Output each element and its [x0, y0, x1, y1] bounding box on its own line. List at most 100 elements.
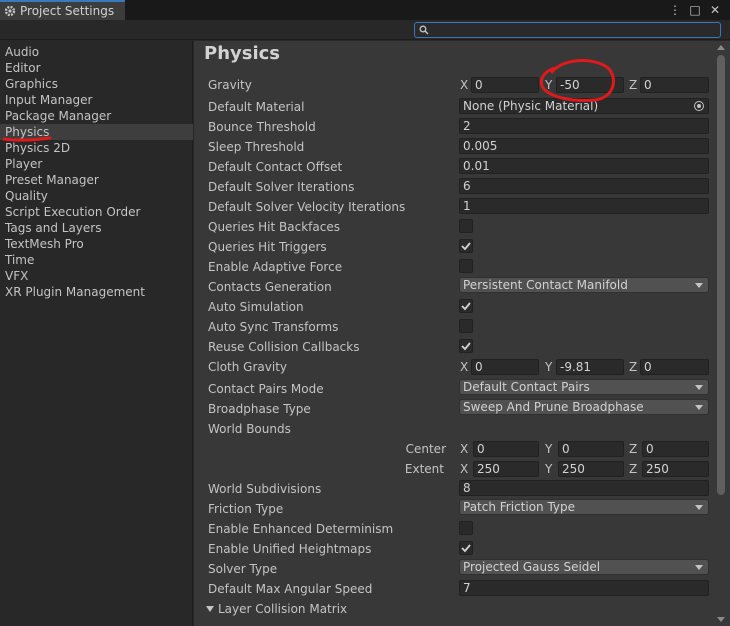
close-icon[interactable]: ✕ — [708, 2, 722, 18]
center-y-label: Y — [545, 442, 553, 456]
dropdown-arrow-icon — [695, 565, 703, 570]
contact-pairs-mode-dropdown[interactable]: Default Contact Pairs — [459, 379, 709, 395]
extent-x-field[interactable]: 250 — [473, 461, 539, 477]
reuse-collision-callbacks-label: Reuse Collision Callbacks — [208, 340, 360, 354]
sidebar-item-package-manager[interactable]: Package Manager — [0, 108, 193, 124]
dropdown-arrow-icon — [695, 505, 703, 510]
title-bar: Project Settings ⋮ □ ✕ — [0, 0, 730, 20]
default-material-field[interactable]: None (Physic Material) — [459, 98, 709, 114]
broadphase-type-value: Sweep And Prune Broadphase — [463, 400, 644, 414]
friction-type-value: Patch Friction Type — [463, 500, 576, 514]
gravity-x-label: X — [460, 78, 469, 92]
window-tab[interactable]: Project Settings — [0, 0, 125, 20]
search-icon — [419, 25, 429, 35]
window-title: Project Settings — [20, 4, 115, 18]
search-input[interactable] — [414, 22, 721, 38]
default-solver-velocity-iterations-field[interactable]: 1 — [459, 198, 709, 214]
auto-sync-transforms-label: Auto Sync Transforms — [208, 320, 339, 334]
scroll-up-arrow[interactable] — [717, 45, 725, 50]
auto-sync-transforms-checkbox[interactable] — [459, 319, 473, 333]
checkmark-icon — [461, 544, 471, 553]
scroll-thumb[interactable] — [717, 55, 725, 495]
default-solver-velocity-iterations-label: Default Solver Velocity Iterations — [208, 200, 406, 214]
gravity-y-field[interactable]: -50 — [556, 77, 624, 93]
kebab-menu-icon[interactable]: ⋮ — [668, 2, 682, 18]
checkmark-icon — [461, 342, 471, 351]
maximize-icon[interactable]: □ — [688, 2, 702, 18]
sidebar-item-player[interactable]: Player — [0, 156, 193, 172]
center-x-field[interactable]: 0 — [473, 441, 539, 457]
default-contact-offset-field[interactable]: 0.01 — [459, 158, 709, 174]
gear-icon — [4, 5, 16, 17]
reuse-collision-callbacks-checkbox[interactable] — [459, 339, 473, 353]
physics-settings-panel: Physics ? Gravity X 0 Y -50 Z 0 Default … — [194, 41, 730, 626]
default-max-angular-speed-field[interactable]: 7 — [459, 580, 709, 596]
cloth-gravity-y-field[interactable]: -9.81 — [556, 359, 624, 375]
layer-collision-matrix-label: Layer Collision Matrix — [218, 602, 348, 616]
bounce-threshold-label: Bounce Threshold — [208, 120, 316, 134]
settings-sidebar: Audio Editor Graphics Input Manager Pack… — [0, 41, 193, 626]
sidebar-item-audio[interactable]: Audio — [0, 44, 193, 60]
default-contact-offset-label: Default Contact Offset — [208, 160, 343, 174]
center-z-label: Z — [629, 442, 638, 456]
sleep-threshold-field[interactable]: 0.005 — [459, 138, 709, 154]
cloth-gravity-x-label: X — [460, 360, 469, 374]
cloth-gravity-z-field[interactable]: 0 — [640, 359, 709, 375]
extent-y-label: Y — [545, 462, 553, 476]
object-picker-icon[interactable] — [694, 101, 704, 111]
sidebar-item-input-manager[interactable]: Input Manager — [0, 92, 193, 108]
sidebar-item-tags-and-layers[interactable]: Tags and Layers — [0, 220, 193, 236]
layer-collision-matrix-foldout[interactable]: Layer Collision Matrix — [206, 601, 347, 617]
world-subdivisions-field[interactable]: 8 — [459, 480, 709, 496]
extent-y-field[interactable]: 250 — [558, 461, 624, 477]
sidebar-item-quality[interactable]: Quality — [0, 188, 193, 204]
gravity-x-field[interactable]: 0 — [471, 77, 539, 93]
queries-hit-triggers-label: Queries Hit Triggers — [208, 240, 327, 254]
queries-hit-triggers-checkbox[interactable] — [459, 239, 473, 253]
extent-z-field[interactable]: 250 — [642, 461, 709, 477]
solver-type-dropdown[interactable]: Projected Gauss Seidel — [459, 559, 709, 575]
sidebar-item-graphics[interactable]: Graphics — [0, 76, 193, 92]
dropdown-arrow-icon — [695, 405, 703, 410]
world-bounds-extent-label: Extent — [404, 462, 444, 476]
contacts-generation-value: Persistent Contact Manifold — [463, 278, 628, 292]
center-z-field[interactable]: 0 — [642, 441, 709, 457]
sidebar-item-preset-manager[interactable]: Preset Manager — [0, 172, 193, 188]
gravity-z-label: Z — [629, 78, 638, 92]
sidebar-item-textmesh-pro[interactable]: TextMesh Pro — [0, 236, 193, 252]
gravity-z-field[interactable]: 0 — [640, 77, 709, 93]
enable-adaptive-force-checkbox[interactable] — [459, 259, 473, 273]
extent-z-label: Z — [629, 462, 638, 476]
enable-enhanced-determinism-checkbox[interactable] — [459, 521, 473, 535]
queries-hit-backfaces-checkbox[interactable] — [459, 219, 473, 233]
default-solver-iterations-field[interactable]: 6 — [459, 178, 709, 194]
contact-pairs-mode-value: Default Contact Pairs — [463, 380, 590, 394]
center-y-field[interactable]: 0 — [558, 441, 624, 457]
default-material-value: None (Physic Material) — [463, 99, 599, 113]
auto-simulation-label: Auto Simulation — [208, 300, 304, 314]
broadphase-type-label: Broadphase Type — [208, 402, 311, 416]
page-title: Physics — [204, 43, 281, 64]
broadphase-type-dropdown[interactable]: Sweep And Prune Broadphase — [459, 399, 709, 415]
cloth-gravity-z-label: Z — [629, 360, 638, 374]
sidebar-item-editor[interactable]: Editor — [0, 60, 193, 76]
enable-adaptive-force-label: Enable Adaptive Force — [208, 260, 343, 274]
sidebar-item-physics[interactable]: Physics — [0, 124, 193, 140]
friction-type-dropdown[interactable]: Patch Friction Type — [459, 499, 709, 515]
scroll-down-arrow[interactable] — [717, 617, 725, 622]
sidebar-item-xr-plugin-management[interactable]: XR Plugin Management — [0, 284, 193, 300]
sidebar-item-script-execution-order[interactable]: Script Execution Order — [0, 204, 193, 220]
extent-x-label: X — [460, 462, 469, 476]
enable-unified-heightmaps-checkbox[interactable] — [459, 541, 473, 555]
center-x-label: X — [460, 442, 469, 456]
dropdown-arrow-icon — [695, 283, 703, 288]
cloth-gravity-x-field[interactable]: 0 — [471, 359, 539, 375]
sidebar-item-time[interactable]: Time — [0, 252, 193, 268]
auto-simulation-checkbox[interactable] — [459, 299, 473, 313]
world-bounds-label: World Bounds — [208, 422, 291, 436]
contacts-generation-dropdown[interactable]: Persistent Contact Manifold — [459, 277, 709, 293]
vertical-scrollbar[interactable] — [714, 41, 730, 626]
sidebar-item-vfx[interactable]: VFX — [0, 268, 193, 284]
sidebar-item-physics-2d[interactable]: Physics 2D — [0, 140, 193, 156]
bounce-threshold-field[interactable]: 2 — [459, 118, 709, 134]
